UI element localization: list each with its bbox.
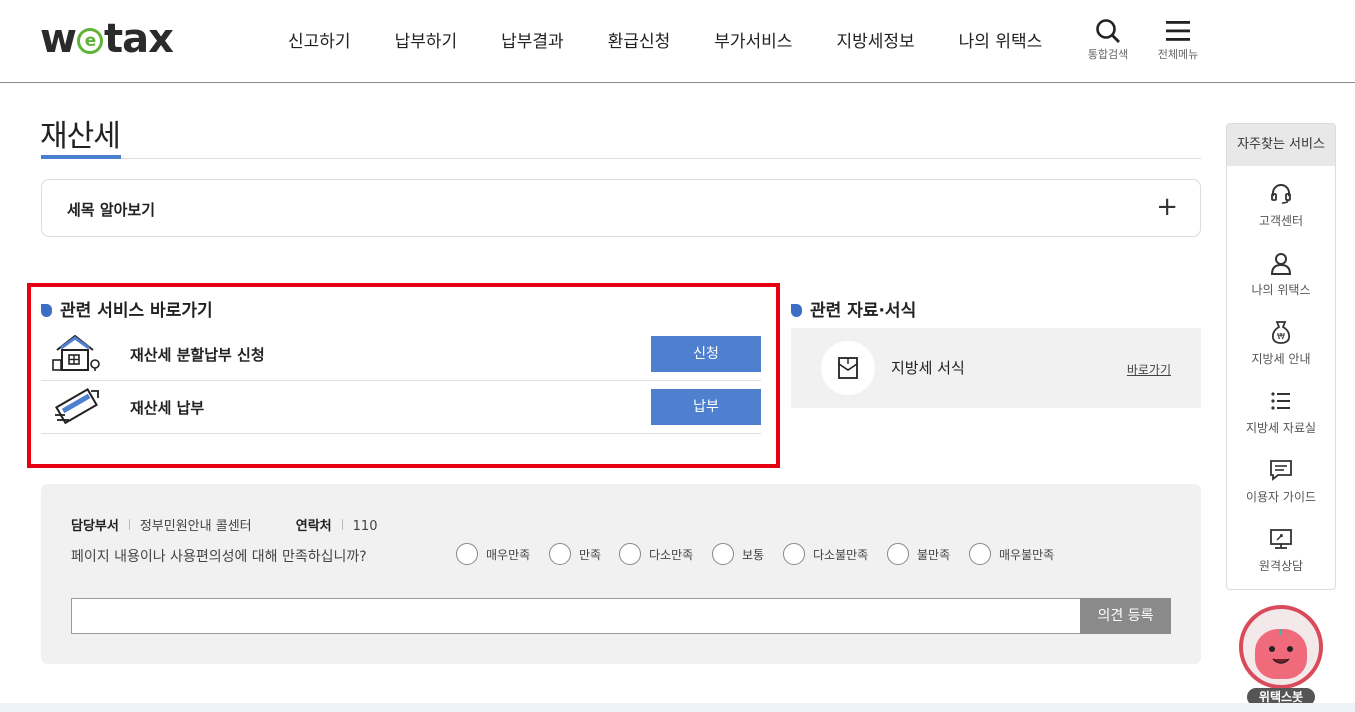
page-title: 재산세	[40, 119, 121, 154]
payment-card-icon	[51, 385, 103, 431]
feedback-panel: 담당부서 정부민원안내 콜센터 연락처 110 페이지 내용이나 사용편의성에 대해…	[41, 484, 1201, 664]
tax-info-accordion[interactable]: 세목 알아보기 +	[41, 179, 1201, 237]
main-nav: 신고하기 납부하기 납부결과 환급신청 부가서비스 지방세정보 나의 위택스	[288, 27, 1042, 52]
quick-item-my-wetax[interactable]: 나의 위택스	[1227, 251, 1335, 298]
search-icon	[1096, 19, 1120, 43]
service-name: 재산세 분할납부 신청	[130, 346, 265, 364]
dept-value: 정부민원안내 콜센터	[139, 519, 252, 534]
related-services-title: 관련 서비스 바로가기	[41, 296, 213, 321]
quick-item-local-tax-archive[interactable]: 지방세 자료실	[1227, 389, 1335, 436]
quick-item-customer-center[interactable]: 고객센터	[1227, 182, 1335, 229]
nav-item-payment[interactable]: 납부하기	[395, 27, 458, 52]
radio-somewhat-dissatisfied[interactable]: 다소불만족	[783, 543, 868, 565]
radio-somewhat-satisfied[interactable]: 다소만족	[619, 543, 693, 565]
hamburger-icon	[1166, 21, 1190, 41]
house-icon	[51, 332, 103, 378]
quick-item-local-tax-guide[interactable]: ₩ 지방세 안내	[1227, 320, 1335, 367]
nav-item-payment-result[interactable]: 납부결과	[501, 27, 564, 52]
contact-label: 연락처	[295, 519, 332, 534]
bullet-icon	[41, 304, 52, 317]
dept-label: 담당부서	[71, 519, 119, 534]
search-button[interactable]: 통합검색	[1082, 18, 1134, 62]
quick-menu: 자주찾는 서비스 고객센터 나의 위택스 ₩ 지방세 안내 지방세 자료실 이용…	[1226, 123, 1336, 590]
plus-icon: +	[1156, 192, 1178, 222]
nav-item-report[interactable]: 신고하기	[288, 27, 351, 52]
quick-menu-title: 자주찾는 서비스	[1227, 124, 1335, 166]
search-label: 통합검색	[1087, 48, 1129, 61]
goto-link[interactable]: 바로가기	[1127, 361, 1171, 378]
pay-button[interactable]: 납부	[651, 389, 761, 425]
accordion-label: 세목 알아보기	[67, 201, 156, 219]
apply-button[interactable]: 신청	[651, 336, 761, 372]
bullet-icon	[791, 304, 802, 317]
all-menu-label: 전체메뉴	[1157, 48, 1199, 61]
submit-feedback-button[interactable]: 의견 등록	[1080, 598, 1171, 634]
radio-very-dissatisfied[interactable]: 매우불만족	[969, 543, 1054, 565]
chatbot-button[interactable]	[1239, 605, 1323, 689]
title-underline	[41, 155, 121, 159]
forms-card: 지방세 서식 바로가기	[791, 328, 1201, 408]
svg-text:₩: ₩	[1277, 332, 1285, 341]
nav-item-my-wetax[interactable]: 나의 위택스	[959, 27, 1043, 52]
title-divider	[41, 158, 1201, 159]
service-name: 재산세 납부	[130, 399, 205, 417]
headset-icon	[1271, 184, 1291, 204]
service-row: 재산세 분할납부 신청 신청	[41, 328, 761, 381]
all-menu-button[interactable]: 전체메뉴	[1152, 18, 1204, 62]
quick-item-remote-support[interactable]: 원격상담	[1227, 527, 1335, 574]
person-icon	[1270, 253, 1292, 275]
contact-info: 담당부서 정부민원안내 콜센터 연락처 110	[71, 515, 377, 534]
related-forms-title: 관련 자료·서식	[791, 296, 916, 321]
related-services-title-text: 관련 서비스 바로가기	[60, 301, 213, 321]
document-envelope-icon	[821, 341, 875, 395]
money-bag-icon: ₩	[1271, 321, 1291, 344]
chat-icon	[1270, 460, 1292, 481]
chatbot-mascot-icon	[1255, 629, 1307, 679]
related-forms-title-text: 관련 자료·서식	[810, 301, 917, 321]
logo-text: tax	[103, 16, 174, 62]
footer-strip	[0, 703, 1355, 712]
radio-very-satisfied[interactable]: 매우만족	[456, 543, 530, 565]
quick-item-user-guide[interactable]: 이용자 가이드	[1227, 458, 1335, 505]
service-row: 재산세 납부 납부	[41, 381, 761, 434]
nav-item-refund[interactable]: 환급신청	[608, 27, 671, 52]
wetax-logo[interactable]: w e tax	[40, 16, 174, 62]
contact-value: 110	[352, 519, 378, 534]
radio-neutral[interactable]: 보통	[712, 543, 764, 565]
form-name: 지방세 서식	[891, 359, 965, 377]
monitor-icon	[1270, 529, 1292, 549]
logo-e-mark: e	[76, 28, 103, 54]
radio-dissatisfied[interactable]: 불만족	[887, 543, 950, 565]
logo-text: w	[40, 16, 77, 62]
nav-item-extra-service[interactable]: 부가서비스	[714, 27, 792, 52]
list-icon	[1271, 392, 1290, 410]
satisfaction-question: 페이지 내용이나 사용편의성에 대해 만족하십니까?	[71, 549, 367, 565]
radio-satisfied[interactable]: 만족	[549, 543, 601, 565]
nav-item-local-tax-info[interactable]: 지방세정보	[836, 27, 914, 52]
feedback-input[interactable]	[71, 598, 1081, 634]
site-header: w e tax 신고하기 납부하기 납부결과 환급신청 부가서비스 지방세정보 나의…	[0, 0, 1355, 83]
